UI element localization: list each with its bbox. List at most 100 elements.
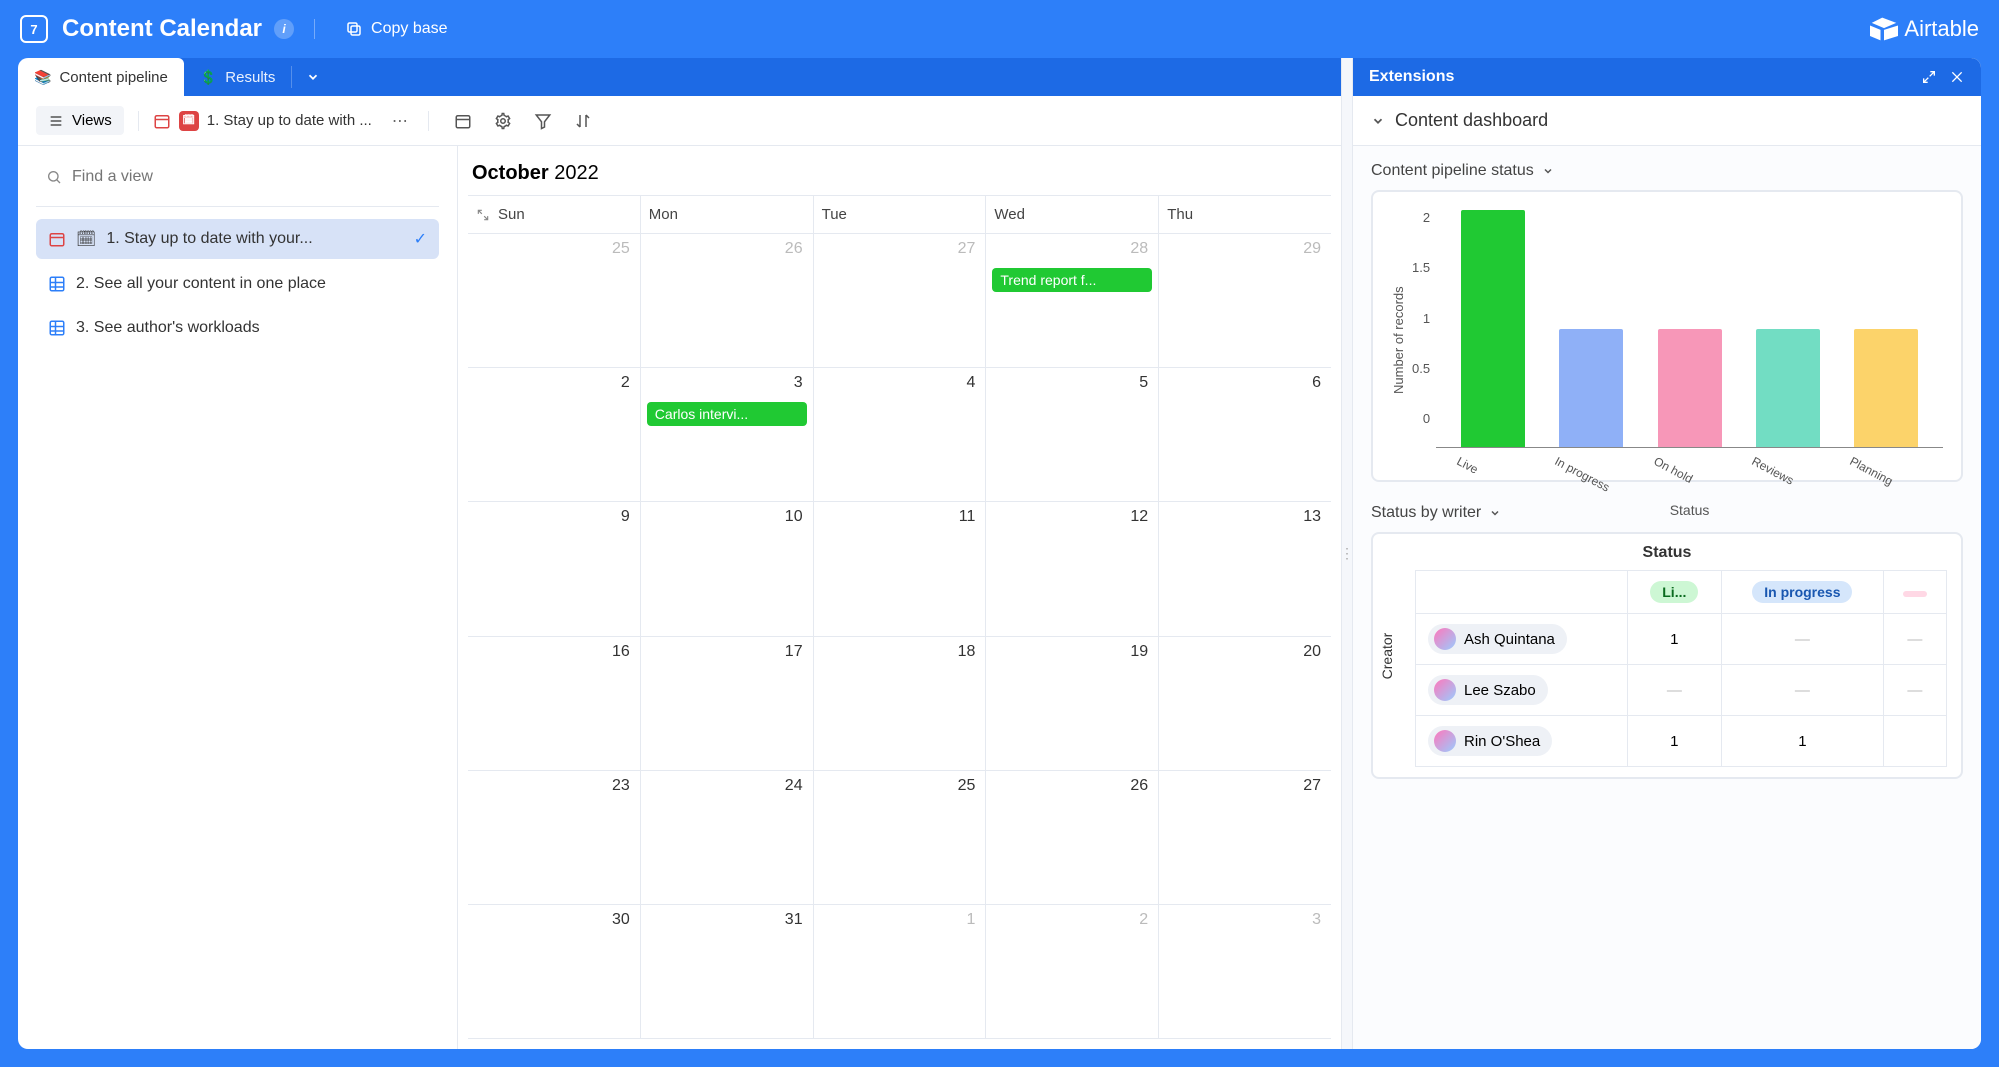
logo-text: Airtable [1904, 16, 1979, 42]
panel-resize-handle[interactable]: ⋮ [1341, 58, 1353, 1049]
calendar-redbox-icon [153, 112, 171, 130]
calendar-day[interactable]: 31 [641, 905, 814, 1038]
calendar-day[interactable]: 16 [468, 637, 641, 770]
creator-chip[interactable]: Ash Quintana [1428, 624, 1567, 654]
calendar-day[interactable]: 10 [641, 502, 814, 635]
top-header: 7 Content Calendar i Copy base Airtable [0, 0, 1999, 58]
gear-icon[interactable] [493, 111, 513, 131]
current-view-label: 1. Stay up to date with ... [207, 112, 372, 129]
calendar-day[interactable]: 19 [986, 637, 1159, 770]
view-more-button[interactable]: ⋯ [386, 107, 414, 135]
tab-results[interactable]: 💲 Results [184, 58, 291, 96]
day-number: 10 [785, 508, 803, 526]
calendar-day[interactable]: 18 [814, 637, 987, 770]
creator-chip[interactable]: Rin O'Shea [1428, 726, 1552, 756]
calendar-event[interactable]: Trend report f... [992, 268, 1152, 292]
calendar-day[interactable]: 6 [1159, 368, 1331, 501]
calendar-day[interactable]: 26 [986, 771, 1159, 904]
creator-name: Rin O'Shea [1464, 733, 1540, 750]
sidebar-view-2[interactable]: 2. See all your content in one place [36, 265, 439, 303]
airtable-logo[interactable]: Airtable [1870, 16, 1979, 42]
day-number: 20 [1303, 643, 1321, 661]
calendar-day[interactable]: 3Carlos intervi... [641, 368, 814, 501]
calendar-day[interactable]: 12 [986, 502, 1159, 635]
views-button[interactable]: Views [36, 106, 124, 135]
chart-bar[interactable] [1756, 329, 1820, 448]
calendar-title: October 2022 [472, 162, 599, 185]
calendar-day[interactable]: 29 [1159, 234, 1331, 367]
check-icon: ✓ [414, 229, 427, 249]
creator-chip[interactable]: Lee Szabo [1428, 675, 1548, 705]
chart-bar[interactable] [1658, 329, 1722, 448]
views-sidebar: 🗓 1. Stay up to date with your... ✓ 2. S… [18, 146, 458, 1049]
calendar-year: 2022 [554, 162, 599, 184]
status-table-row: Ash Quintana1—— [1416, 614, 1947, 665]
calendar-day[interactable]: 23 [468, 771, 641, 904]
chart-bar[interactable] [1854, 329, 1918, 448]
day-number: 2 [1139, 911, 1148, 929]
calendar-day[interactable]: 25 [814, 771, 987, 904]
copy-base-button[interactable]: Copy base [345, 20, 448, 38]
add-table-chevron[interactable] [292, 58, 334, 96]
view-toolbar: Views 🗓 1. Stay up to date with ... ⋯ [18, 96, 1341, 146]
current-view-chip[interactable]: 🗓 1. Stay up to date with ... [153, 111, 372, 131]
calendar-day[interactable]: 25 [468, 234, 641, 367]
expand-arrows-icon[interactable] [476, 208, 490, 222]
find-view-input[interactable] [72, 168, 429, 186]
sort-icon[interactable] [573, 111, 593, 131]
chart-plot-area [1436, 210, 1943, 448]
sidebar-view-1[interactable]: 🗓 1. Stay up to date with your... ✓ [36, 219, 439, 259]
calendar-day[interactable]: 27 [814, 234, 987, 367]
calendar-day[interactable]: 3 [1159, 905, 1331, 1038]
expand-icon[interactable] [1921, 69, 1937, 85]
calendar-day[interactable]: 4 [814, 368, 987, 501]
chevron-down-icon [1371, 114, 1385, 128]
sidebar-view-3[interactable]: 3. See author's workloads [36, 309, 439, 347]
calendar-day[interactable]: 2 [986, 905, 1159, 1038]
calendar-day[interactable]: 11 [814, 502, 987, 635]
dashboard-section-header[interactable]: Content dashboard [1353, 96, 1981, 146]
calendar-settings-icon[interactable] [453, 111, 473, 131]
find-view-search[interactable] [36, 160, 439, 194]
calendar-day[interactable]: 17 [641, 637, 814, 770]
info-icon[interactable]: i [274, 19, 294, 39]
calendar-day[interactable]: 24 [641, 771, 814, 904]
calendar-event[interactable]: Carlos intervi... [647, 402, 807, 426]
calendar-day[interactable]: 27 [1159, 771, 1331, 904]
status-by-writer-table: Status Creator Li... In progress Ash Qui… [1371, 532, 1963, 779]
dollar-icon: 💲 [200, 69, 217, 86]
calendar-day[interactable]: 2 [468, 368, 641, 501]
dashboard-title: Content dashboard [1395, 110, 1548, 131]
widget-pipeline-status-label[interactable]: Content pipeline status [1371, 162, 1963, 180]
day-header-wed: Wed [986, 196, 1159, 233]
calendar-week: 2324252627 [468, 771, 1331, 905]
chart-y-axis-label: Number of records [1391, 210, 1406, 470]
calendar-day[interactable]: 20 [1159, 637, 1331, 770]
y-tick: 1.5 [1412, 260, 1430, 275]
calendar-day[interactable]: 1 [814, 905, 987, 1038]
calendar-day[interactable]: 30 [468, 905, 641, 1038]
calendar-emoji-icon: 🗓 [179, 111, 199, 131]
day-number: 11 [959, 508, 976, 526]
chart-bar[interactable] [1461, 210, 1525, 447]
calendar-day[interactable]: 5 [986, 368, 1159, 501]
calendar-day[interactable]: 13 [1159, 502, 1331, 635]
view-emoji: 🗓 [76, 229, 96, 249]
chart-bar[interactable] [1559, 329, 1623, 448]
airtable-logo-icon [1870, 17, 1898, 41]
filter-icon[interactable] [533, 111, 553, 131]
chevron-down-icon [1542, 165, 1554, 177]
tab-content-pipeline[interactable]: 📚 Content pipeline [18, 58, 184, 96]
search-icon [46, 169, 62, 185]
day-header-sun: Sun [468, 196, 641, 233]
calendar-day[interactable]: 28Trend report f... [986, 234, 1159, 367]
x-tick: Planning [1847, 454, 1910, 496]
toolbar-icon-group [453, 111, 593, 131]
app-frame: 📚 Content pipeline 💲 Results Views [18, 58, 1981, 1049]
calendar-day[interactable]: 26 [641, 234, 814, 367]
day-number: 31 [785, 911, 803, 929]
close-icon[interactable] [1949, 69, 1965, 85]
calendar-day[interactable]: 9 [468, 502, 641, 635]
calendar-area: October 2022 SunMonTueWedThu 25262728Tre… [458, 146, 1341, 1049]
view-label: 1. Stay up to date with your... [106, 230, 312, 248]
